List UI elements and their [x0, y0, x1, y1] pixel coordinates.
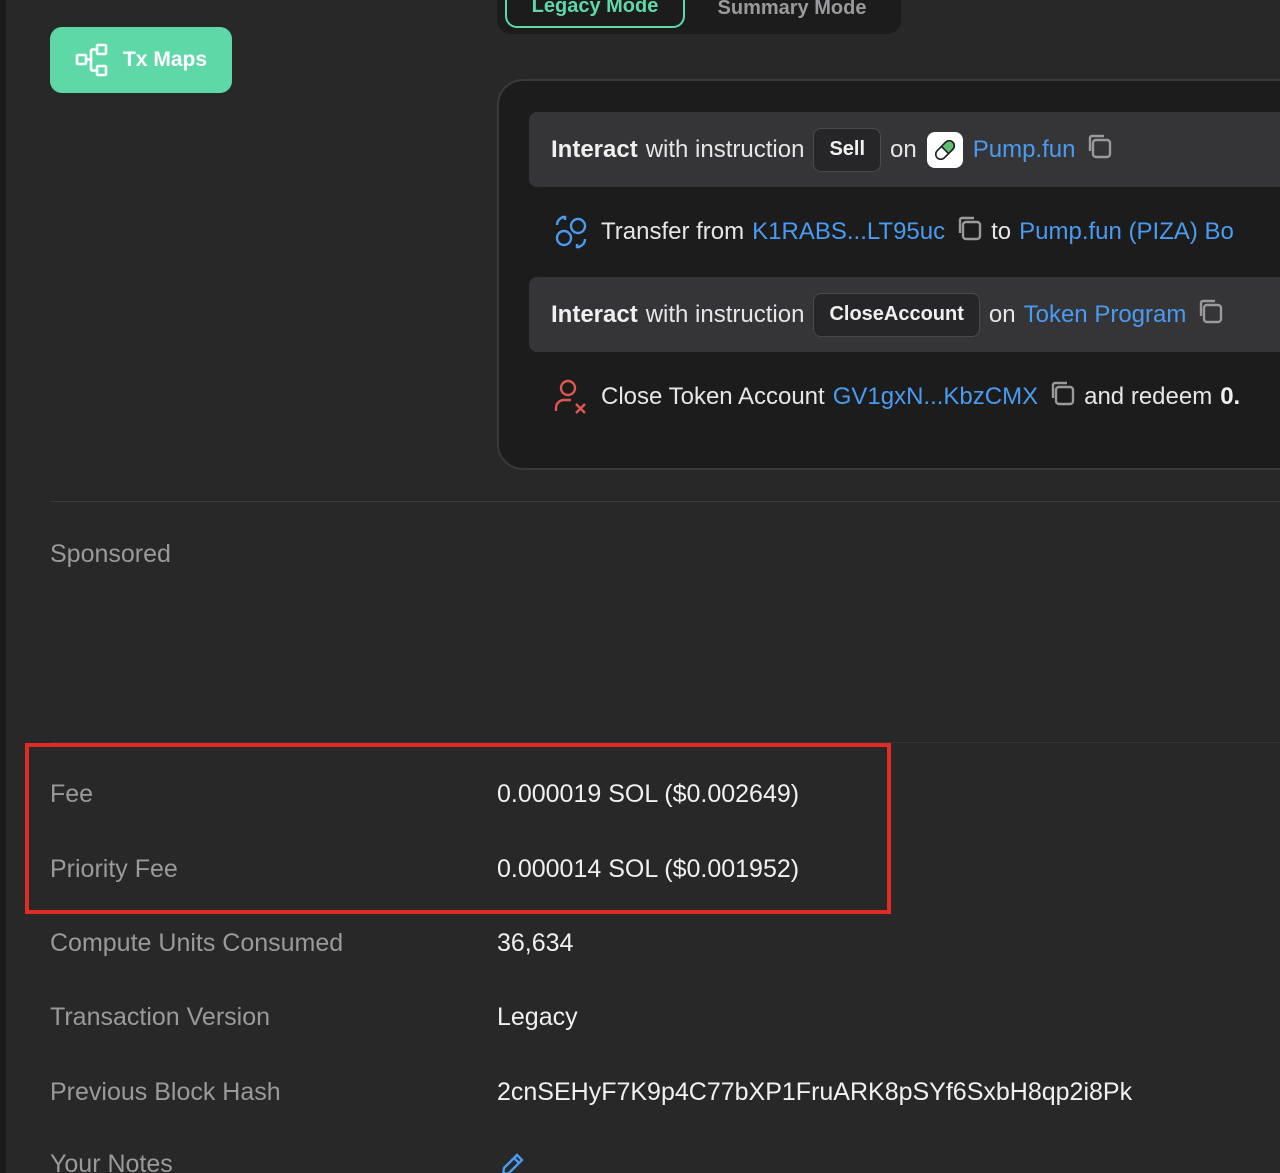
instruction-on: on [988, 300, 1016, 328]
transfer-icon [553, 214, 589, 250]
priority-fee-label: Priority Fee [50, 855, 178, 883]
instruction-text: with instruction [645, 300, 805, 328]
program-link-token-program[interactable]: Token Program [1024, 301, 1187, 329]
copy-icon[interactable] [1196, 297, 1224, 332]
compute-units-value: 36,634 [497, 929, 574, 957]
instruction-row-transfer: Transfer from K1RABS...LT95uc to Pump.fu… [529, 194, 1280, 269]
tx-maps-button[interactable]: Tx Maps [50, 27, 232, 93]
copy-icon[interactable] [1085, 132, 1113, 167]
program-link-pump-fun[interactable]: Pump.fun [973, 136, 1076, 164]
instruction-name-badge: CloseAccount [813, 292, 980, 337]
your-notes-label: Your Notes [50, 1150, 173, 1173]
instruction-lead: Interact [551, 135, 638, 163]
highlight-box [25, 743, 891, 914]
instruction-row-sell: Interact with instruction Sell on Pump.f… [529, 112, 1280, 187]
redeem-value: 0. [1220, 382, 1241, 410]
close-account-text: Close Token Account [601, 382, 825, 410]
priority-fee-value: 0.000014 SOL ($0.001952) [497, 855, 800, 883]
prev-block-hash-label: Previous Block Hash [50, 1078, 281, 1106]
section-divider [50, 501, 1280, 502]
copy-icon[interactable] [1048, 379, 1076, 414]
tx-maps-label: Tx Maps [122, 48, 208, 71]
pump-fun-pill-icon [926, 131, 963, 168]
redeem-text: and redeem [1084, 382, 1213, 410]
close-account-link[interactable]: GV1gxN...KbzCMX [833, 383, 1038, 411]
close-account-icon [553, 378, 589, 416]
copy-icon[interactable] [955, 214, 983, 249]
details-divider [50, 742, 1280, 743]
transfer-from-link[interactable]: K1RABS...LT95uc [752, 218, 945, 246]
flow-map-icon [75, 43, 109, 77]
transfer-to-word: to [991, 217, 1012, 245]
instruction-name-badge: Sell [813, 127, 882, 172]
tx-version-label: Transaction Version [50, 1003, 271, 1031]
mode-tabs: Legacy Mode Summary Mode [497, 0, 901, 34]
tab-legacy-mode[interactable]: Legacy Mode [505, 0, 685, 28]
fee-label: Fee [50, 780, 94, 808]
transfer-to-link[interactable]: Pump.fun (PIZA) Bo [1019, 218, 1234, 246]
tx-version-value: Legacy [497, 1003, 578, 1031]
page: Tx Maps Legacy Mode Summary Mode Interac… [0, 0, 1280, 1173]
tab-summary-mode[interactable]: Summary Mode [697, 0, 887, 28]
instructions-card: Interact with instruction Sell on Pump.f… [497, 79, 1280, 470]
instruction-lead: Interact [551, 300, 638, 328]
sponsored-label: Sponsored [50, 540, 171, 568]
left-edge-strip [0, 0, 6, 1173]
instruction-row-close-token-account: Close Token Account GV1gxN...KbzCMX and … [529, 359, 1280, 434]
compute-units-label: Compute Units Consumed [50, 929, 344, 957]
instruction-text: with instruction [645, 135, 805, 163]
fee-value: 0.000019 SOL ($0.002649) [497, 780, 800, 808]
transfer-text: Transfer from [601, 217, 745, 245]
edit-pencil-icon[interactable] [499, 1152, 525, 1173]
instruction-row-close-account: Interact with instruction CloseAccount o… [529, 277, 1280, 352]
instruction-on: on [890, 135, 917, 163]
prev-block-hash-value: 2cnSEHyF7K9p4C77bXP1FruARK8pSYf6SxbH8qp2… [497, 1078, 1133, 1106]
